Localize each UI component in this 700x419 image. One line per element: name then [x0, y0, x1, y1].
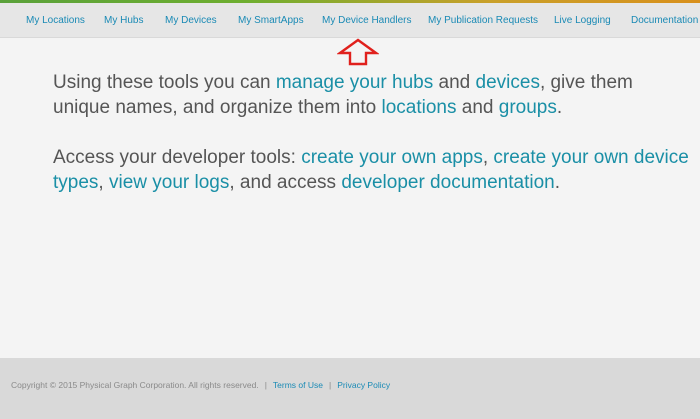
- nav-my-smartapps[interactable]: My SmartApps: [238, 15, 304, 27]
- nav-my-publication-requests[interactable]: My Publication Requests: [428, 15, 538, 27]
- intro-content: Using these tools you can manage your hu…: [53, 70, 693, 220]
- locations-link[interactable]: locations: [382, 97, 457, 118]
- p2-text-5: .: [554, 172, 560, 193]
- nav-my-locations[interactable]: My Locations: [26, 15, 85, 27]
- nav-my-devices[interactable]: My Devices: [165, 15, 217, 27]
- groups-link[interactable]: groups: [499, 97, 557, 118]
- top-nav: My Locations My Hubs My Devices My Smart…: [0, 3, 700, 38]
- footer-line: Copyright © 2015 Physical Graph Corporat…: [11, 380, 390, 390]
- intro-paragraph-1: Using these tools you can manage your hu…: [53, 70, 693, 120]
- intro-paragraph-2: Access your developer tools: create your…: [53, 145, 693, 195]
- page-footer: Copyright © 2015 Physical Graph Corporat…: [0, 358, 700, 419]
- terms-of-use-link[interactable]: Terms of Use: [273, 380, 323, 390]
- p1-text-1: Using these tools you can: [53, 72, 276, 93]
- p2-text-3: ,: [98, 172, 109, 193]
- view-logs-link[interactable]: view your logs: [109, 172, 229, 193]
- p2-text-4: , and access: [229, 172, 342, 193]
- p1-text-4: and: [456, 97, 499, 118]
- devices-link[interactable]: devices: [476, 72, 540, 93]
- manage-hubs-link[interactable]: manage your hubs: [276, 72, 433, 93]
- nav-live-logging[interactable]: Live Logging: [554, 15, 611, 27]
- up-arrow-icon: [337, 38, 379, 66]
- p2-text-1: Access your developer tools:: [53, 147, 302, 168]
- copyright-text: Copyright © 2015 Physical Graph Corporat…: [11, 380, 259, 390]
- nav-my-device-handlers[interactable]: My Device Handlers: [322, 15, 411, 27]
- nav-my-hubs[interactable]: My Hubs: [104, 15, 143, 27]
- create-apps-link[interactable]: create your own apps: [301, 147, 483, 168]
- footer-separator: |: [328, 380, 332, 390]
- privacy-policy-link[interactable]: Privacy Policy: [337, 380, 390, 390]
- p1-text-2: and: [433, 72, 476, 93]
- developer-documentation-link[interactable]: developer documentation: [341, 172, 554, 193]
- p1-text-5: .: [556, 97, 563, 118]
- nav-documentation[interactable]: Documentation: [631, 15, 698, 27]
- footer-separator: |: [264, 380, 267, 390]
- p2-text-2: ,: [482, 147, 494, 168]
